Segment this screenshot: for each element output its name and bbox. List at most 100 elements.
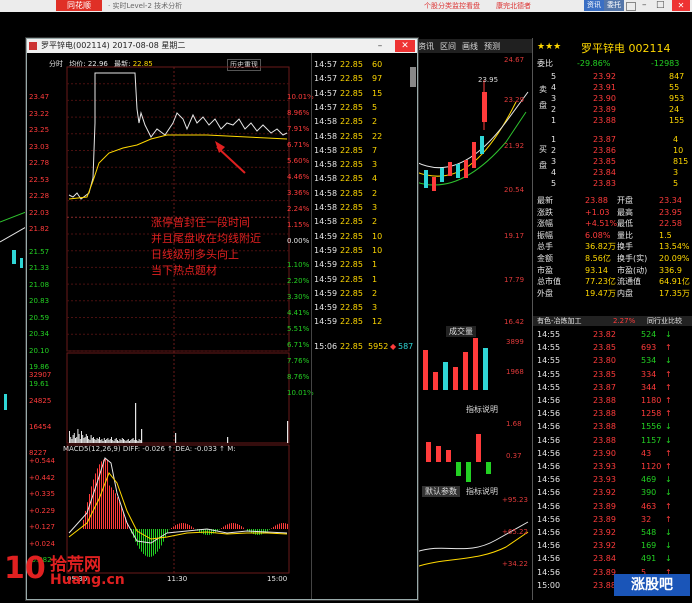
volume-bar	[137, 441, 138, 443]
direction-icon: ↓	[665, 436, 672, 446]
toolbar-item[interactable]: 预测	[484, 41, 500, 52]
stat-row: 涨跌+1.03最高23.95	[533, 208, 692, 218]
window-icon[interactable]	[626, 2, 636, 11]
macd-bars	[83, 459, 288, 557]
macd-bar	[111, 487, 112, 529]
volume-bar	[124, 440, 125, 443]
industry-name: 有色-冶炼加工	[537, 316, 582, 326]
macd-bar	[277, 524, 278, 529]
order-ratio-row: 委比 -29.86% -12983	[533, 59, 692, 69]
volume-label[interactable]: 成交量	[446, 326, 476, 337]
tick-row: 14:5623.881180↑	[533, 396, 692, 406]
stat-row: 外盘19.47万内盘17.35万	[533, 289, 692, 299]
popup-title: 罗平锌电(002114) 2017-08-08 星期二	[41, 39, 185, 53]
percent-tick: 10.01%	[287, 93, 314, 102]
buy-order-row: 523.835	[533, 179, 692, 189]
bg-candle	[12, 250, 16, 264]
toolbar-item[interactable]: 画线	[462, 41, 478, 52]
stat-row: 总手36.82万换手13.54%	[533, 242, 692, 252]
buy-order-row: 123.874	[533, 135, 692, 145]
minimize-icon[interactable]: –	[642, 0, 647, 10]
macd-bar	[113, 490, 114, 529]
volume-bar	[130, 440, 131, 443]
indicator-help-link[interactable]: 指标说明	[466, 404, 498, 415]
buy-order-row: 323.85815	[533, 157, 692, 167]
macd-bar	[219, 529, 220, 530]
volume-bar	[128, 439, 129, 443]
close-icon[interactable]: ✕	[395, 40, 415, 52]
kline-toolbar: 资讯 区间 画线 预测	[416, 39, 532, 53]
industry-bar[interactable]: 有色-冶炼加工 2.27% 同行业比较	[533, 316, 692, 326]
order-button[interactable]: 委托	[604, 0, 624, 11]
maximize-icon[interactable]: □	[656, 0, 665, 10]
macd-bar	[189, 525, 190, 529]
volume-bar	[100, 440, 101, 443]
toolbar-item[interactable]: 资讯	[418, 41, 434, 52]
volume-bar	[73, 435, 74, 443]
toolbar-item[interactable]: 区间	[440, 41, 456, 52]
kline-high-label: 23.95	[478, 76, 498, 84]
volume-tick: 16454	[29, 423, 51, 432]
close-icon[interactable]: ✕	[672, 0, 690, 11]
news-button[interactable]: 资讯	[584, 0, 604, 11]
volume-bar	[82, 435, 83, 443]
bg-candle	[424, 170, 428, 188]
direction-icon: ↑	[665, 515, 672, 525]
popup-titlebar[interactable]: 罗平锌电(002114) 2017-08-08 星期二 – ✕	[27, 39, 417, 53]
macd-tick: +0.335	[29, 490, 55, 499]
direction-icon: ↑	[665, 383, 672, 393]
percent-tick: 1.10%	[287, 261, 309, 270]
macd-bar	[247, 529, 248, 531]
percent-tick: 4.46%	[287, 173, 309, 182]
volume-bar	[83, 438, 84, 443]
volume-bar	[95, 440, 96, 443]
indicator-help-tab[interactable]: 指标说明	[466, 486, 498, 497]
volume-bar	[111, 437, 112, 443]
bg-ind-bar	[486, 462, 491, 474]
tick-row: 14:5623.84491↓	[533, 554, 692, 564]
tick-row: 14:5623.92548↓	[533, 528, 692, 538]
macd-bar	[239, 525, 240, 529]
volume-bar	[109, 440, 110, 443]
macd-bar	[119, 502, 120, 529]
price-tick: 22.53	[29, 176, 49, 185]
volume-bar	[141, 429, 142, 443]
app-logo: 同花顺	[56, 0, 102, 11]
kline-price-tick: 17.79	[504, 276, 524, 284]
buy-order-row: 423.843	[533, 168, 692, 178]
macd-bar	[233, 523, 234, 529]
default-params-tab[interactable]: 默认参数	[422, 486, 460, 497]
percent-tick: 2.24%	[287, 205, 309, 214]
top-ad-link-2[interactable]: 康完北德者	[496, 1, 531, 11]
volume-bar	[140, 440, 141, 443]
minimize-icon[interactable]: –	[373, 40, 387, 52]
trade-row: 14:5722.855	[312, 100, 416, 115]
macd-bar	[281, 523, 282, 529]
bg-candle	[456, 164, 460, 178]
macd-bar	[107, 460, 108, 529]
stat-row: 市盈93.14市盈(动)336.9	[533, 266, 692, 276]
price-tick: 20.10	[29, 347, 49, 356]
macd-bar	[279, 524, 280, 529]
macd-bar	[183, 523, 184, 529]
tick-row: 14:5623.8932↑	[533, 515, 692, 525]
volume-bar	[79, 434, 80, 443]
trade-scrollbar[interactable]	[410, 67, 416, 87]
trade-row: 14:5922.8510	[312, 243, 416, 258]
trade-row: 14:5822.852	[312, 114, 416, 129]
percent-tick: 2.20%	[287, 277, 309, 286]
tick-row: 14:5623.9043↑	[533, 449, 692, 459]
price-tick: 23.03	[29, 143, 49, 152]
macd-bar	[181, 523, 182, 529]
top-ad-link[interactable]: 个股分类监控看盘	[424, 1, 480, 11]
volume-bar	[101, 439, 102, 443]
price-tick: 23.25	[29, 126, 49, 135]
trade-row: 14:5822.853	[312, 200, 416, 215]
price-tick: 21.82	[29, 225, 49, 234]
volume-bar	[134, 440, 135, 443]
macd-bar	[227, 524, 228, 529]
indicator-tick: 1.68	[506, 420, 522, 428]
macd-bar	[231, 523, 232, 529]
volume-bar	[97, 438, 98, 443]
price-tick: 19.61	[29, 380, 49, 389]
